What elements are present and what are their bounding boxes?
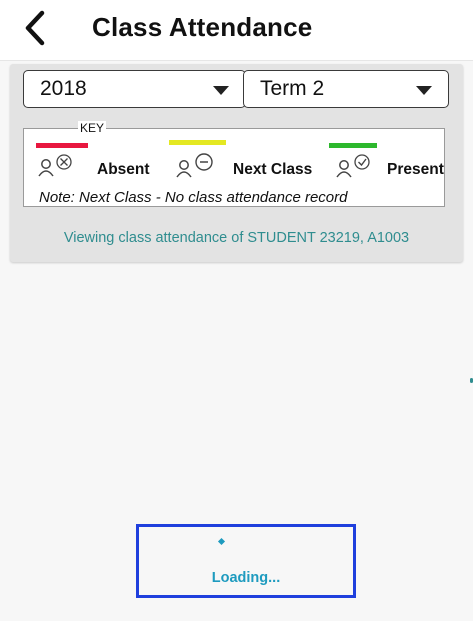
page-title: Class Attendance: [92, 12, 313, 42]
dropdown-caret-icon: [416, 86, 432, 95]
dropdown-caret-icon: [213, 86, 229, 95]
absent-color-bar: [36, 143, 88, 148]
present-label: Present: [387, 161, 444, 178]
viewing-student-text: Viewing class attendance of STUDENT 2321…: [63, 230, 410, 246]
class-attendance-screen: Class Attendance 2018 Term 2 KEY Absent: [0, 0, 473, 621]
year-select[interactable]: 2018: [23, 70, 246, 108]
spinner-icon: [217, 537, 226, 546]
term-select[interactable]: Term 2: [243, 70, 449, 108]
chevron-left-icon: [25, 10, 45, 46]
key-note: Note: Next Class - No class attendance r…: [39, 189, 348, 206]
next-class-label: Next Class: [233, 161, 313, 178]
person-cross-icon: [38, 154, 72, 177]
attendance-key: KEY Absent Next Class Present Note: Next…: [23, 121, 445, 207]
person-minus-icon: [176, 153, 213, 178]
loading-indicator: Loading...: [136, 524, 356, 598]
term-select-value: Term 2: [260, 77, 325, 100]
next-class-color-bar: [169, 140, 226, 145]
person-check-icon: [336, 154, 370, 178]
absent-label: Absent: [97, 161, 150, 178]
attendance-filter-panel: 2018 Term 2 KEY Absent Next Class Presen…: [10, 64, 463, 262]
app-header: Class Attendance: [0, 0, 473, 61]
loading-text: Loading...: [211, 570, 281, 586]
present-color-bar: [329, 143, 377, 148]
key-title: KEY: [78, 121, 107, 135]
back-button[interactable]: [18, 8, 52, 48]
year-select-value: 2018: [40, 77, 87, 100]
